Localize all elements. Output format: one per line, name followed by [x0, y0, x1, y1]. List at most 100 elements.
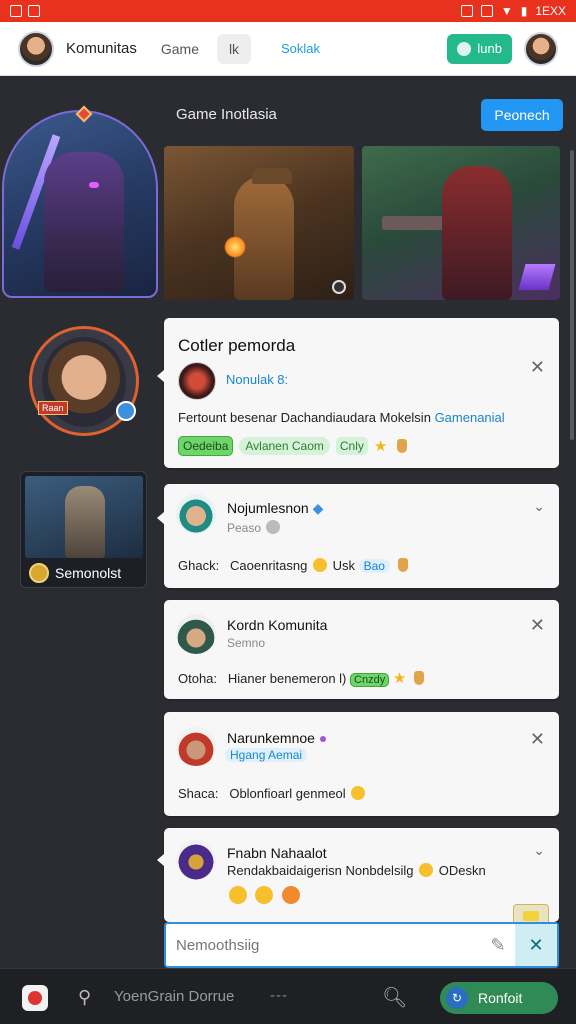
card-pointer — [157, 854, 164, 866]
star-icon: ★ — [392, 670, 407, 687]
post-body: Rendakbaidaigerisn Nonbdelsilg ODeskn — [227, 863, 486, 878]
post-avatar[interactable] — [176, 494, 216, 534]
featured-post-card[interactable]: Cotler pemorda ✕ Nonulak 8: Fertount bes… — [157, 318, 559, 468]
laugh-icon[interactable] — [281, 886, 300, 904]
more-icon[interactable]: --- — [270, 987, 288, 1004]
chevron-down-icon[interactable]: ⌄ — [533, 498, 545, 515]
status-time: 1EXX — [535, 4, 566, 18]
post-pill[interactable]: Bao — [358, 559, 390, 573]
section-button[interactable]: Peonech — [481, 99, 563, 131]
emoji-icon — [419, 863, 434, 877]
knight-figure — [65, 486, 105, 558]
post-author-name: Nojumlesnon — [227, 500, 309, 516]
hero-eye — [89, 182, 99, 188]
post-subtitle: Semno — [227, 636, 266, 650]
profile-portrait[interactable]: Raan — [29, 326, 139, 436]
hero-portrait-image[interactable] — [2, 110, 158, 298]
crystal-icon — [518, 264, 556, 290]
post-label: Otoha: — [178, 671, 218, 686]
featured-title: Cotler pemorda — [178, 336, 296, 355]
badge-icon: ● — [318, 730, 328, 746]
header-action-button[interactable]: lunb — [447, 33, 512, 64]
post-subtitle[interactable]: Hgang Aemai — [225, 748, 308, 762]
smile-icon — [312, 558, 327, 572]
hero-figure — [44, 152, 124, 292]
post-subtitle: Peaso — [227, 520, 282, 535]
coin-icon — [29, 563, 49, 583]
section-title: Game Inotlasia — [176, 106, 277, 123]
post-author-name: Narunkemnoe — [227, 730, 315, 746]
tab-game[interactable]: Game — [161, 41, 199, 57]
featured-description: Fertount besenar Dachandiaudara Mokelsin… — [178, 410, 505, 425]
sim-icon — [460, 5, 473, 17]
scrollbar[interactable] — [570, 150, 574, 440]
header-chip[interactable]: lk — [217, 33, 251, 64]
mini-card-label: Semonolst — [55, 565, 122, 581]
header-link[interactable]: Soklak — [281, 41, 320, 56]
search-icon[interactable]: ⚲ — [78, 987, 91, 1008]
wifi-icon: ▼ — [500, 4, 513, 18]
thumbs-icon — [413, 671, 424, 685]
post-card[interactable]: Fnabn Nahaalot Rendakbaidaigerisn Nonbde… — [157, 828, 559, 922]
post-subtitle-text: Peaso — [227, 521, 262, 535]
game-art-card[interactable] — [362, 146, 560, 300]
header-action-label: lunb — [477, 41, 502, 56]
post-avatar[interactable] — [176, 840, 216, 880]
card-pointer — [157, 512, 164, 524]
app-title: Komunitas — [66, 40, 137, 57]
bottom-action-button[interactable]: ↻ Ronfoit — [440, 982, 558, 1014]
character-figure — [234, 176, 294, 300]
character-figure — [442, 166, 512, 300]
smile-icon[interactable] — [229, 886, 247, 904]
post-body: Shaca: Oblonfioarl genmeol — [178, 786, 367, 801]
post-label: Ghack: — [178, 558, 220, 573]
bottom-bar: ⚲ YoenGrain Dorrue --- 🔍︎ ↻ Ronfoit — [0, 968, 576, 1024]
tag-chip[interactable]: Oedeiba — [178, 436, 234, 456]
post-card[interactable]: Narunkemnoe ● Hgang Aemai ✕ Shaca: Oblon… — [164, 712, 559, 816]
featured-mention[interactable]: Nonulak 8: — [226, 372, 288, 387]
thumbs-icon — [397, 558, 408, 572]
app-icon[interactable] — [22, 985, 48, 1011]
close-icon[interactable]: ✕ — [530, 616, 545, 634]
app-header: Komunitas Game lk Soklak lunb — [0, 22, 576, 76]
chevron-down-icon[interactable]: ⌄ — [533, 842, 545, 859]
user-avatar[interactable] — [18, 30, 54, 67]
pen-icon[interactable]: ✎ — [488, 935, 508, 955]
close-icon[interactable]: ✕ — [530, 358, 545, 376]
post-avatar[interactable] — [176, 614, 216, 654]
post-pill[interactable]: Cnzdy — [350, 673, 390, 687]
status-bar: ▼ ▮ 1EXX — [0, 0, 576, 22]
post-text: Hianer benemeron l) — [227, 671, 347, 686]
post-avatar[interactable] — [178, 362, 216, 400]
game-art-card[interactable] — [164, 146, 354, 300]
battery-icon: ▮ — [520, 4, 528, 18]
featured-desc-link[interactable]: Gamenanial — [435, 410, 505, 425]
post-card[interactable]: Kordn Komunita Semno ✕ Otoha: Hianer ben… — [164, 600, 559, 699]
close-icon[interactable]: ✕ — [515, 924, 557, 966]
smile-icon[interactable] — [255, 886, 274, 904]
coin-icon — [351, 786, 366, 800]
tag-list: Oedeiba Avlanen Caom Cnly ★ — [178, 436, 408, 456]
character-hat — [252, 168, 292, 184]
post-card[interactable]: Nojumlesnon ◆ Peaso ⌄ Ghack: Caoenritasn… — [157, 484, 559, 588]
tag-chip[interactable]: Avlanen Caom — [239, 437, 330, 455]
thumbs-icon — [397, 439, 408, 453]
leaf-icon — [457, 41, 472, 56]
verified-icon: ◆ — [312, 500, 324, 516]
info-icon[interactable] — [332, 280, 346, 294]
magnifier-icon[interactable]: 🔍︎ — [382, 985, 407, 1010]
tag-chip[interactable]: Cnly — [335, 437, 368, 455]
bottom-search-field[interactable]: YoenGrain Dorrue — [114, 988, 234, 1005]
message-input[interactable] — [176, 932, 476, 958]
post-avatar[interactable] — [176, 726, 216, 766]
post-label: Shaca: — [178, 786, 219, 801]
refresh-icon: ↻ — [446, 987, 468, 1009]
close-icon[interactable]: ✕ — [530, 730, 545, 748]
post-text: Oblonfioarl genmeol — [229, 786, 346, 801]
message-composer: ✎ ✕ — [164, 922, 559, 968]
card-pointer — [157, 370, 164, 382]
mini-card[interactable]: Semonolst — [20, 471, 147, 588]
notification-icon — [10, 5, 22, 17]
profile-avatar[interactable] — [524, 31, 558, 66]
post-text: Caoenritasng — [230, 558, 308, 573]
